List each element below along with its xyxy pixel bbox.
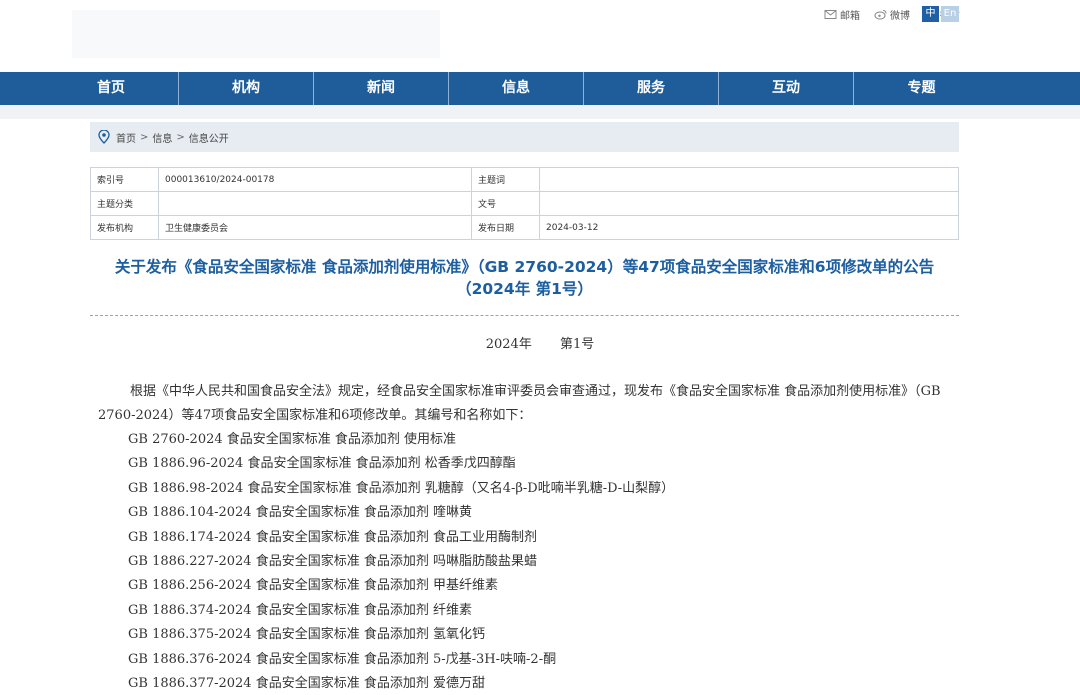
list-item: GB 1886.375-2024 食品安全国家标准 食品添加剂 氢氧化钙 [128, 627, 485, 643]
list-item: GB 1886.174-2024 食品安全国家标准 食品添加剂 食品工业用酶制剂 [128, 529, 537, 545]
doc-no-value [539, 191, 959, 216]
table-row: 主题分类 文号 [90, 191, 959, 216]
main-nav: 首页 机构 新闻 信息 服务 互动 专题 [0, 72, 1080, 105]
standards-list: GB 2760-2024 食品安全国家标准 食品添加剂 使用标准 GB 1886… [128, 428, 674, 695]
document-meta-table: 索引号 000013610/2024-00178 主题词 主题分类 文号 发布机… [90, 167, 959, 240]
breadcrumb-information[interactable]: 信息 [152, 130, 172, 145]
list-item: GB 1886.227-2024 食品安全国家标准 食品添加剂 吗啉脂肪酸盐果蜡 [128, 553, 537, 569]
nav-item-services[interactable]: 服务 [584, 72, 719, 105]
weibo-link-label: 微博 [890, 11, 910, 22]
list-item: GB 1886.104-2024 食品安全国家标准 食品添加剂 喹啉黄 [128, 505, 472, 521]
nav-item-news[interactable]: 新闻 [314, 72, 449, 105]
nav-item-information[interactable]: 信息 [449, 72, 584, 105]
index-label: 索引号 [90, 167, 159, 192]
table-row: 发布机构 卫生健康委员会 发布日期 2024-03-12 [90, 215, 959, 240]
issue-number: 第1号 [559, 337, 595, 352]
site-logo-banner [72, 10, 440, 58]
weibo-link[interactable]: 微博 [874, 7, 910, 22]
mail-icon [824, 10, 837, 19]
breadcrumb-home[interactable]: 首页 [116, 130, 136, 145]
nav-item-home[interactable]: 首页 [44, 72, 179, 105]
page-title: 关于发布《食品安全国家标准 食品添加剂使用标准》（GB 2760-2024）等4… [114, 258, 935, 298]
category-value [158, 191, 472, 216]
list-item: GB 1886.96-2024 食品安全国家标准 食品添加剂 松香季戊四醇酯 [128, 456, 516, 472]
subject-word-label: 主题词 [471, 167, 540, 192]
subject-word-value [539, 167, 959, 192]
intro-paragraph: 根据《中华人民共和国食品安全法》规定，经食品安全国家标准审评委员会审查通过，现发… [98, 384, 941, 423]
index-value: 000013610/2024-00178 [158, 167, 472, 192]
doc-no-label: 文号 [471, 191, 540, 216]
list-item: GB 2760-2024 食品安全国家标准 食品添加剂 使用标准 [128, 432, 457, 447]
nav-item-organization[interactable]: 机构 [179, 72, 314, 105]
breadcrumb-separator: > [140, 131, 149, 143]
date-value: 2024-03-12 [539, 215, 959, 240]
top-links: 邮箱 微博 微信 [824, 7, 960, 22]
issue-line: 2024年 第1号 [0, 333, 1080, 352]
list-item: GB 1886.376-2024 食品安全国家标准 食品添加剂 5-戊基-3H-… [128, 651, 557, 667]
title-divider [90, 315, 959, 316]
breadcrumb-separator: > [176, 131, 185, 143]
location-pin-icon [98, 130, 110, 144]
breadcrumb: 首页 > 信息 > 信息公开 [90, 122, 959, 152]
category-label: 主题分类 [90, 191, 159, 216]
nav-item-topics[interactable]: 专题 [854, 72, 989, 105]
issuer-label: 发布机构 [90, 215, 159, 240]
issue-year: 2024年 [485, 337, 532, 352]
weibo-icon [874, 10, 887, 20]
lang-en-button[interactable]: En [941, 6, 959, 22]
nav-shadow-band [0, 105, 1080, 119]
breadcrumb-disclosure[interactable]: 信息公开 [189, 130, 229, 145]
list-item: GB 1886.98-2024 食品安全国家标准 食品添加剂 乳糖醇（又名4-β… [128, 480, 675, 496]
nav-item-interaction[interactable]: 互动 [719, 72, 854, 105]
list-item: GB 1886.377-2024 食品安全国家标准 食品添加剂 爱德万甜 [128, 675, 485, 691]
list-item: GB 1886.374-2024 食品安全国家标准 食品添加剂 纤维素 [128, 602, 472, 618]
date-label: 发布日期 [471, 215, 540, 240]
lang-zh-button[interactable]: 中 [922, 6, 939, 22]
mail-link-label: 邮箱 [840, 11, 860, 22]
list-item: GB 1886.256-2024 食品安全国家标准 食品添加剂 甲基纤维素 [128, 578, 498, 594]
issuer-value: 卫生健康委员会 [158, 215, 472, 240]
table-row: 索引号 000013610/2024-00178 主题词 [90, 167, 959, 192]
mail-link[interactable]: 邮箱 [824, 7, 860, 22]
